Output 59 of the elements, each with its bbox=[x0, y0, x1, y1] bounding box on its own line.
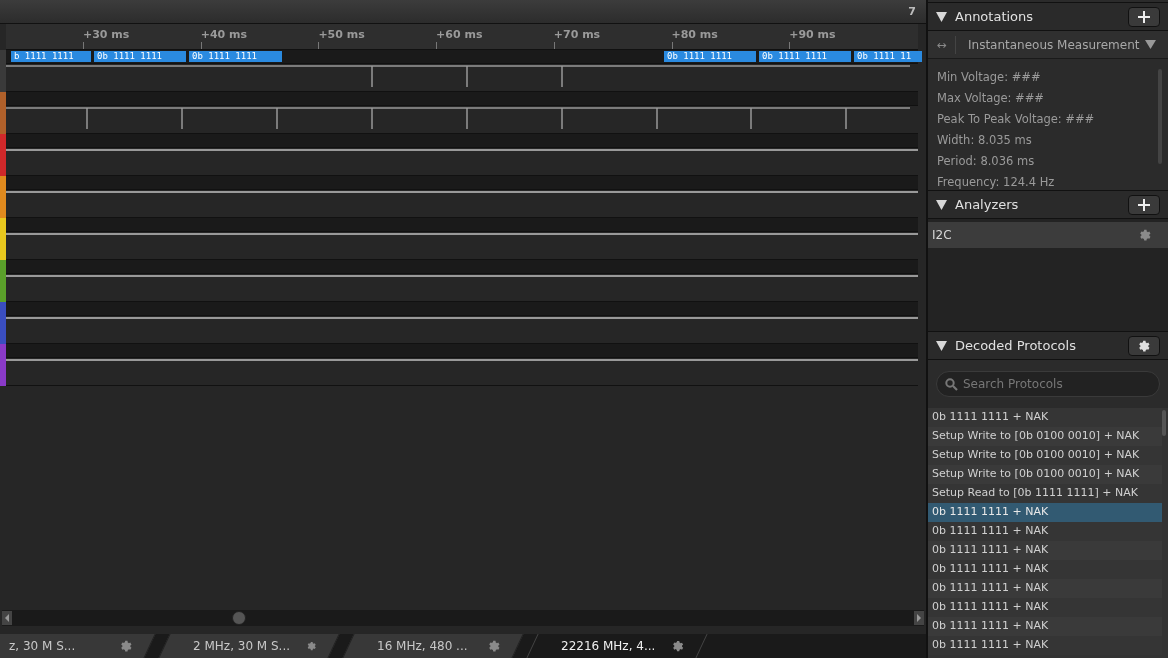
decode-bubble[interactable]: 0b 1111 1111 bbox=[94, 51, 186, 62]
measurement-text: Period: 8.036 ms bbox=[937, 153, 1036, 169]
scroll-left-icon[interactable] bbox=[2, 611, 12, 625]
dropdown-caret-icon bbox=[1145, 40, 1156, 49]
protocol-row[interactable]: 0b 1111 1111 + NAK bbox=[928, 503, 1162, 522]
capture-tab[interactable]: z, 30 M S... bbox=[0, 634, 156, 658]
collapse-triangle-icon[interactable] bbox=[936, 11, 947, 22]
time-tick-label: +50 ms bbox=[318, 27, 365, 43]
protocol-row[interactable]: Setup Write to [0b 0100 0010] + NAK bbox=[928, 427, 1162, 446]
decode-bubble[interactable]: 0b 1111 1111 bbox=[189, 51, 282, 62]
protocol-row[interactable]: 0b 1111 1111 + NAK bbox=[928, 617, 1162, 636]
time-tick-label: +70 ms bbox=[553, 27, 601, 43]
add-button[interactable] bbox=[1128, 194, 1160, 215]
measurement-text: Width: 8.035 ms bbox=[937, 132, 1033, 148]
time-tick-label: +40 ms bbox=[200, 27, 248, 43]
settings-icon[interactable] bbox=[671, 639, 685, 653]
capture-tab[interactable]: 22216 MHz, 4... bbox=[526, 634, 708, 658]
dropdown-label: Instantaneous Measurement bbox=[967, 36, 1141, 54]
time-tick-label: +60 ms bbox=[436, 27, 483, 43]
list-scrollbar[interactable] bbox=[1162, 410, 1166, 436]
protocol-row[interactable]: 0b 1111 1111 + NAK bbox=[928, 541, 1162, 560]
tab-label: 16 MHz, 480 ... bbox=[376, 638, 469, 655]
plus-icon bbox=[1138, 198, 1150, 211]
time-tick-label: +30 ms bbox=[83, 27, 130, 43]
tab-label: 2 MHz, 30 M S... bbox=[192, 638, 291, 655]
panel-title: Annotations bbox=[955, 7, 1035, 26]
scroll-right-icon[interactable] bbox=[914, 611, 924, 625]
decode-bubble[interactable]: 0b 1111 11 bbox=[854, 51, 922, 62]
tab-label: 22216 MHz, 4... bbox=[560, 638, 656, 655]
tab-label: z, 30 M S... bbox=[8, 638, 77, 655]
time-tick-label: +90 ms bbox=[789, 27, 836, 43]
protocol-row[interactable]: Setup Write to [0b 0100 0010] + NAK bbox=[928, 465, 1162, 484]
scroll-thumb[interactable] bbox=[232, 611, 246, 625]
decode-bubble[interactable]: 0b 1111 1111 bbox=[759, 51, 851, 62]
analyzer-name: I2C bbox=[932, 227, 953, 244]
protocol-row[interactable]: 0b 1111 1111 + NAK bbox=[928, 579, 1162, 598]
settings-button[interactable] bbox=[1128, 335, 1160, 356]
measurement-text: Peak To Peak Voltage: ### bbox=[937, 111, 1096, 127]
horizontal-scrollbar[interactable] bbox=[2, 610, 924, 626]
capture-tab[interactable]: 16 MHz, 480 ... bbox=[342, 634, 524, 658]
collapse-triangle-icon[interactable] bbox=[936, 199, 947, 210]
decode-bubble[interactable]: b 1111 1111 bbox=[11, 51, 91, 62]
panel-title: Analyzers bbox=[955, 195, 1020, 214]
plus-icon bbox=[1138, 10, 1150, 23]
measurement-dropdown[interactable]: ↔ Instantaneous Measurement bbox=[928, 31, 1168, 59]
add-button[interactable] bbox=[1128, 6, 1160, 27]
time-tick-label: +80 ms bbox=[671, 27, 718, 43]
channel-count-label: 7 bbox=[908, 4, 916, 20]
measurement-text: Max Voltage: ### bbox=[937, 90, 1045, 106]
panel-title: Decoded Protocols bbox=[955, 336, 1077, 355]
collapse-triangle-icon[interactable] bbox=[936, 340, 947, 351]
measurement-text: Frequency: 124.4 Hz bbox=[937, 174, 1056, 190]
analyzer-row[interactable]: I2C bbox=[928, 222, 1168, 248]
decode-bubble[interactable]: 0b 1111 1111 bbox=[664, 51, 756, 62]
settings-icon[interactable] bbox=[1137, 338, 1151, 353]
search-icon bbox=[945, 378, 958, 391]
capture-tab[interactable]: 2 MHz, 30 M S... bbox=[158, 634, 340, 658]
search-field[interactable]: Search Protocols bbox=[936, 371, 1160, 397]
measurement-text: Min Voltage: ### bbox=[937, 69, 1042, 85]
